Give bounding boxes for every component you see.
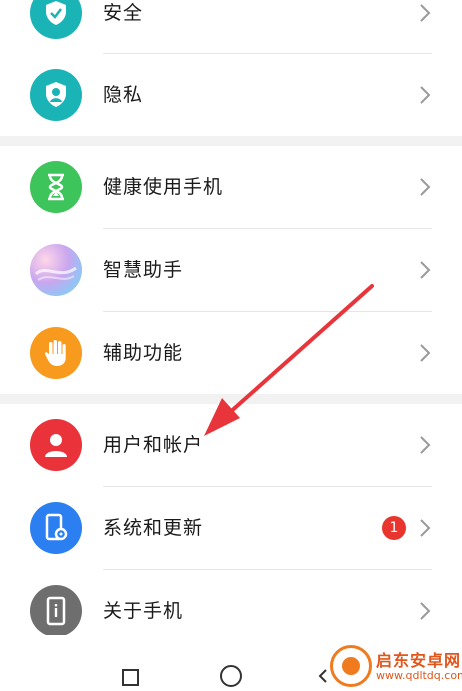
- settings-item-users-accounts[interactable]: 用户和帐户: [0, 404, 462, 486]
- shield-check-icon: [30, 0, 82, 39]
- chevron-right-icon: [420, 86, 431, 104]
- assistant-orb-icon: [30, 244, 82, 296]
- settings-item-accessibility[interactable]: 辅助功能: [0, 312, 462, 394]
- section-gap: [0, 394, 462, 404]
- hourglass-icon: [30, 161, 82, 213]
- chevron-right-icon: [420, 602, 431, 620]
- settings-item-smart-assistant[interactable]: 智慧助手: [0, 229, 462, 311]
- recent-apps-button[interactable]: [122, 669, 139, 686]
- privacy-shield-icon: [30, 69, 82, 121]
- hand-icon: [30, 327, 82, 379]
- settings-item-label: 辅助功能: [103, 342, 184, 364]
- settings-item-privacy[interactable]: 隐私: [0, 54, 462, 136]
- chevron-right-icon: [420, 261, 431, 279]
- settings-item-label: 安全: [103, 2, 144, 24]
- user-icon: [30, 419, 82, 471]
- settings-item-system-update[interactable]: 系统和更新 1: [0, 487, 462, 569]
- chevron-right-icon: [420, 436, 431, 454]
- section-gap: [0, 136, 462, 146]
- chevron-right-icon: [420, 344, 431, 362]
- watermark: 启东安卓网 www.qdltdq.com: [330, 643, 462, 689]
- settings-item-security[interactable]: 安全: [0, 0, 462, 54]
- chevron-right-icon: [420, 178, 431, 196]
- watermark-logo-icon: [330, 645, 372, 687]
- phone-gear-icon: [30, 502, 82, 554]
- phone-info-icon: [30, 585, 82, 637]
- watermark-url: www.qdltdq.com: [376, 669, 462, 682]
- home-button[interactable]: [220, 665, 242, 687]
- settings-item-label: 智慧助手: [103, 259, 184, 281]
- settings-item-label: 系统和更新: [103, 517, 204, 539]
- watermark-text: 启东安卓网: [376, 651, 462, 670]
- notification-badge: 1: [382, 516, 406, 540]
- settings-item-digital-balance[interactable]: 健康使用手机: [0, 146, 462, 228]
- back-button[interactable]: [318, 668, 328, 684]
- settings-item-label: 用户和帐户: [103, 434, 204, 456]
- settings-item-label: 健康使用手机: [103, 176, 224, 198]
- chevron-right-icon: [420, 519, 431, 537]
- chevron-right-icon: [420, 4, 431, 22]
- settings-item-label: 隐私: [103, 84, 144, 106]
